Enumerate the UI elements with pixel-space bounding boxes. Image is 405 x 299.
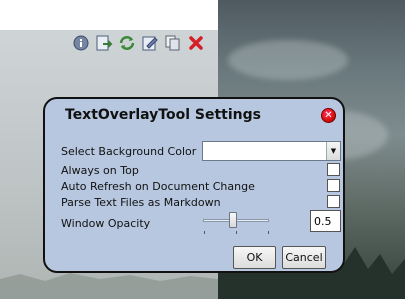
refresh-icon[interactable] <box>117 34 136 53</box>
close-icon: ✕ <box>324 109 333 121</box>
copy-icon[interactable] <box>163 34 182 53</box>
export-icon[interactable] <box>94 34 113 53</box>
always-on-top-label: Always on Top <box>61 164 139 177</box>
slider-tick <box>236 231 237 234</box>
parse-markdown-checkbox[interactable] <box>327 195 340 208</box>
dialog-title: TextOverlayTool Settings <box>65 107 261 123</box>
bg-color-select[interactable]: ▼ <box>202 141 341 161</box>
close-icon[interactable] <box>186 34 205 53</box>
ok-button[interactable]: OK <box>233 246 276 269</box>
dialog-close-button[interactable]: ✕ <box>321 108 336 123</box>
opacity-input[interactable]: 0.5 <box>310 210 341 232</box>
cancel-button[interactable]: Cancel <box>282 246 326 269</box>
auto-refresh-label: Auto Refresh on Document Change <box>61 180 255 193</box>
opacity-slider[interactable] <box>203 212 271 234</box>
auto-refresh-checkbox[interactable] <box>327 179 340 192</box>
settings-dialog: TextOverlayTool Settings ✕ Select Backgr… <box>43 97 345 273</box>
slider-thumb[interactable] <box>229 212 237 228</box>
parse-markdown-label: Parse Text Files as Markdown <box>61 196 221 209</box>
chevron-down-icon[interactable]: ▼ <box>326 142 340 160</box>
toolbar <box>71 33 205 53</box>
always-on-top-checkbox[interactable] <box>327 163 340 176</box>
slider-tick <box>204 231 205 234</box>
window-opacity-label: Window Opacity <box>61 217 151 230</box>
edit-icon[interactable] <box>140 34 159 53</box>
info-icon[interactable] <box>71 34 90 53</box>
bg-color-label: Select Background Color <box>61 145 197 158</box>
slider-tick <box>268 231 269 234</box>
